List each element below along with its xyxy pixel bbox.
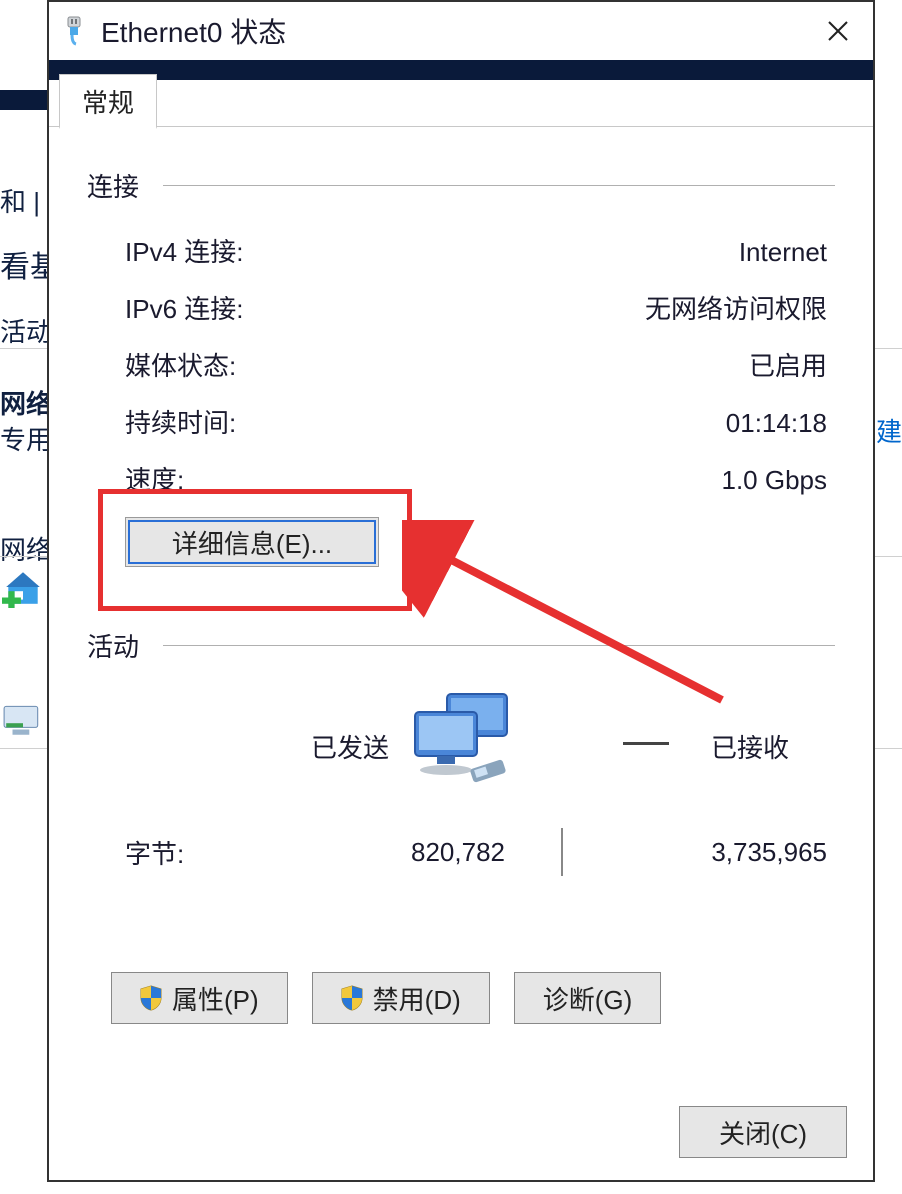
ethernet-status-dialog: Ethernet0 状态 常规 连接 IPv4 连接: bbox=[47, 0, 875, 1182]
row-value: 无网络访问权限 bbox=[645, 289, 827, 326]
dash-icon bbox=[623, 742, 669, 745]
close-icon bbox=[827, 20, 849, 42]
uac-shield-icon bbox=[341, 985, 363, 1011]
action-button-row: 属性(P) 禁用(D) 诊断(G) bbox=[87, 972, 835, 1024]
bg-text-fragment: 专用 bbox=[0, 420, 52, 457]
titlebar: Ethernet0 状态 bbox=[49, 2, 873, 60]
received-label: 已接收 bbox=[711, 728, 789, 765]
sent-label: 已发送 bbox=[311, 728, 389, 765]
row-label: 速度: bbox=[125, 460, 184, 497]
tab-general[interactable]: 常规 bbox=[59, 74, 157, 129]
tab-strip: 常规 bbox=[49, 80, 873, 127]
dialog-footer: 关闭(C) bbox=[679, 1106, 847, 1158]
bytes-sent-value: 820,782 bbox=[335, 837, 505, 868]
close-button[interactable]: 关闭(C) bbox=[679, 1106, 847, 1158]
computer-icon bbox=[2, 698, 44, 740]
row-label: 持续时间: bbox=[125, 403, 236, 440]
row-ipv6: IPv6 连接: 无网络访问权限 bbox=[87, 289, 835, 326]
row-value: Internet bbox=[739, 237, 827, 268]
dialog-title: Ethernet0 状态 bbox=[101, 11, 286, 51]
tab-label: 常规 bbox=[82, 83, 134, 120]
bytes-received-value: 3,735,965 bbox=[619, 837, 827, 868]
section-connection-header: 连接 bbox=[87, 167, 835, 204]
bg-text-fragment: 网络 bbox=[0, 384, 52, 421]
vertical-divider bbox=[561, 828, 563, 876]
button-label: 禁用(D) bbox=[373, 980, 461, 1017]
dialog-body: 连接 IPv4 连接: Internet IPv6 连接: 无网络访问权限 媒体… bbox=[49, 127, 873, 1024]
activity-visual: 已发送 已接收 bbox=[87, 692, 835, 802]
section-rule bbox=[163, 645, 835, 646]
disable-button[interactable]: 禁用(D) bbox=[312, 972, 490, 1024]
section-rule bbox=[163, 185, 835, 186]
button-label: 关闭(C) bbox=[719, 1114, 807, 1151]
row-duration: 持续时间: 01:14:18 bbox=[87, 403, 835, 440]
network-house-icon bbox=[2, 566, 44, 608]
section-activity-header: 活动 bbox=[87, 627, 835, 664]
ethernet-adapter-icon bbox=[63, 16, 85, 46]
button-label: 诊断(G) bbox=[543, 980, 633, 1017]
row-speed: 速度: 1.0 Gbps bbox=[87, 460, 835, 497]
bg-text-fragment: 网络 bbox=[0, 530, 52, 567]
diagnose-button[interactable]: 诊断(G) bbox=[514, 972, 662, 1024]
row-value: 01:14:18 bbox=[726, 408, 827, 439]
network-computers-icon bbox=[401, 692, 521, 792]
details-button[interactable]: 详细信息(E)... bbox=[125, 517, 379, 567]
bg-text-fragment: 和 | bbox=[0, 182, 40, 219]
section-label: 连接 bbox=[87, 167, 139, 204]
section-label: 活动 bbox=[87, 627, 139, 664]
row-label: IPv6 连接: bbox=[125, 289, 243, 326]
row-value: 已启用 bbox=[749, 346, 827, 383]
row-ipv4: IPv4 连接: Internet bbox=[87, 232, 835, 269]
bytes-label: 字节: bbox=[125, 834, 335, 871]
button-label: 属性(P) bbox=[172, 980, 259, 1017]
row-value: 1.0 Gbps bbox=[721, 465, 827, 496]
uac-shield-icon bbox=[140, 985, 162, 1011]
row-media-state: 媒体状态: 已启用 bbox=[87, 346, 835, 383]
row-label: IPv4 连接: bbox=[125, 232, 243, 269]
button-label: 详细信息(E)... bbox=[172, 529, 332, 559]
bytes-row: 字节: 820,782 3,735,965 bbox=[87, 828, 835, 876]
bg-text-fragment: 活动 bbox=[0, 312, 52, 349]
window-close-button[interactable] bbox=[811, 8, 865, 54]
row-label: 媒体状态: bbox=[125, 346, 236, 383]
properties-button[interactable]: 属性(P) bbox=[111, 972, 288, 1024]
bg-dark-strip bbox=[0, 90, 48, 110]
titlebar-separator bbox=[49, 60, 873, 80]
